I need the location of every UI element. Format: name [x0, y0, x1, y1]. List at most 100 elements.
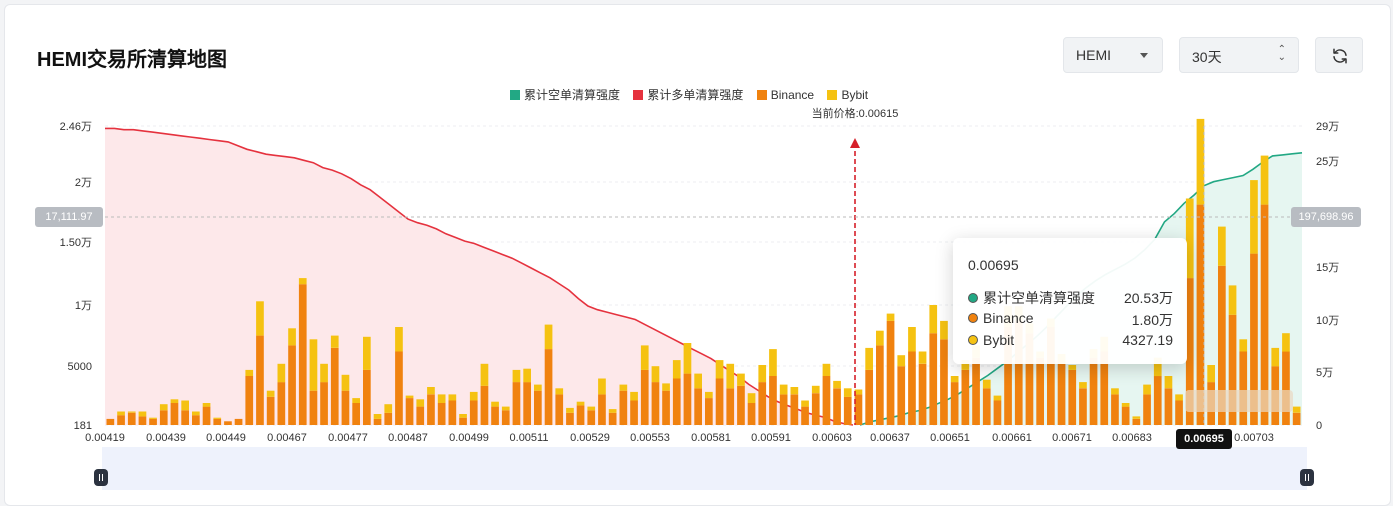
bybit-bar	[566, 407, 574, 413]
bybit-bar	[1292, 406, 1301, 413]
bybit-bar	[982, 379, 991, 389]
right-axis-tick: 0	[1316, 420, 1322, 432]
bybit-bar	[373, 414, 382, 419]
binance-bar	[523, 382, 531, 425]
binance-bar	[363, 369, 371, 425]
binance-bar	[747, 403, 756, 425]
bybit-bar	[705, 391, 713, 398]
bybit-bar	[811, 385, 820, 394]
binance-bar	[320, 382, 328, 425]
bybit-bar	[384, 404, 393, 413]
bybit-bar	[192, 411, 200, 416]
bybit-bar	[694, 373, 702, 389]
binance-bar	[790, 394, 799, 425]
x-axis-tick: 0.00529	[570, 432, 610, 444]
binance-bar	[534, 390, 542, 425]
bybit-bar	[1175, 394, 1183, 401]
bybit-bar	[213, 417, 222, 419]
bybit-bar	[437, 394, 446, 403]
crosshair-left-value: 17,111.97	[35, 207, 103, 227]
binance-bar	[427, 394, 435, 425]
binance-bar	[1239, 351, 1248, 425]
x-axis-tick: 0.00671	[1052, 432, 1092, 444]
binance-bar	[544, 349, 553, 425]
bybit-bar	[1260, 155, 1269, 205]
bybit-bar	[416, 399, 425, 407]
bybit-bar	[651, 366, 660, 383]
binance-bar	[726, 388, 735, 425]
binance-bar	[1089, 357, 1098, 425]
zoom-handle-right	[1300, 469, 1314, 486]
binance-bar	[1143, 394, 1151, 425]
bybit-bar	[801, 400, 809, 407]
binance-bar	[769, 376, 777, 425]
bybit-bar	[630, 391, 638, 401]
binance-bar	[192, 415, 200, 425]
current-price-label: 当前价格:0.00615	[812, 106, 899, 120]
binance-bar	[448, 400, 457, 425]
binance-bar	[309, 390, 318, 425]
bybit-bar	[202, 403, 211, 407]
binance-bar	[352, 403, 360, 425]
bybit-bar	[512, 369, 521, 383]
bybit-bar	[619, 384, 628, 391]
binance-bar	[127, 412, 136, 425]
bybit-bar	[779, 384, 788, 395]
bybit-bar	[256, 301, 264, 336]
tooltip-price: 0.00695	[968, 257, 1019, 273]
left-axis-tick: 1万	[75, 300, 92, 312]
bybit-bar	[576, 401, 585, 406]
bybit-bar	[876, 330, 884, 346]
binance-bar	[170, 403, 179, 425]
bybit-bar	[683, 343, 692, 374]
binance-bar	[833, 388, 841, 425]
binance-bar	[256, 335, 264, 425]
bybit-bar	[940, 320, 948, 340]
tooltip-dot	[968, 335, 978, 345]
bybit-bar	[843, 388, 852, 397]
binance-bar	[705, 398, 713, 425]
binance-bar	[288, 345, 296, 425]
bybit-bar	[288, 328, 296, 346]
binance-bar	[608, 412, 617, 425]
binance-bar	[1132, 418, 1141, 425]
binance-bar	[437, 403, 446, 425]
bybit-bar	[598, 378, 606, 395]
binance-bar	[908, 351, 916, 425]
bybit-bar	[1185, 198, 1194, 279]
bybit-bar	[491, 401, 499, 407]
binance-bar	[993, 400, 1002, 425]
binance-bar	[149, 418, 157, 425]
bybit-bar	[1164, 376, 1173, 389]
binance-bar	[395, 351, 403, 425]
bybit-bar	[341, 374, 350, 391]
bybit-bar	[277, 363, 286, 383]
left-axis-tick: 1.50万	[60, 237, 92, 249]
zoom-handle-left	[94, 469, 108, 486]
bybit-bar	[534, 384, 542, 391]
binance-bar	[630, 400, 638, 425]
crosshair-x-value: 0.00695	[1176, 429, 1232, 449]
binance-bar	[672, 378, 681, 425]
binance-bar	[640, 369, 649, 425]
right-axis-tick: 10万	[1316, 315, 1339, 327]
binance-bar	[587, 410, 596, 425]
binance-bar	[459, 417, 467, 425]
binance-bar	[737, 385, 745, 425]
binance-bar	[266, 396, 275, 425]
binance-bar	[298, 284, 307, 425]
left-axis-tick: 5000	[68, 361, 92, 373]
x-axis-tick: 0.00683	[1112, 432, 1152, 444]
binance-bar	[1175, 400, 1183, 425]
binance-bar	[651, 382, 660, 425]
binance-bar	[940, 339, 948, 425]
right-axis-tick: 25万	[1316, 156, 1339, 168]
x-axis-tick: 0.00637	[870, 432, 910, 444]
binance-bar	[1121, 406, 1130, 425]
bybit-bar	[737, 373, 745, 386]
right-axis-tick: 5万	[1316, 367, 1333, 379]
binance-bar	[181, 410, 189, 425]
binance-bar	[1153, 376, 1162, 425]
bybit-bar	[833, 380, 841, 389]
binance-bar	[277, 382, 286, 425]
